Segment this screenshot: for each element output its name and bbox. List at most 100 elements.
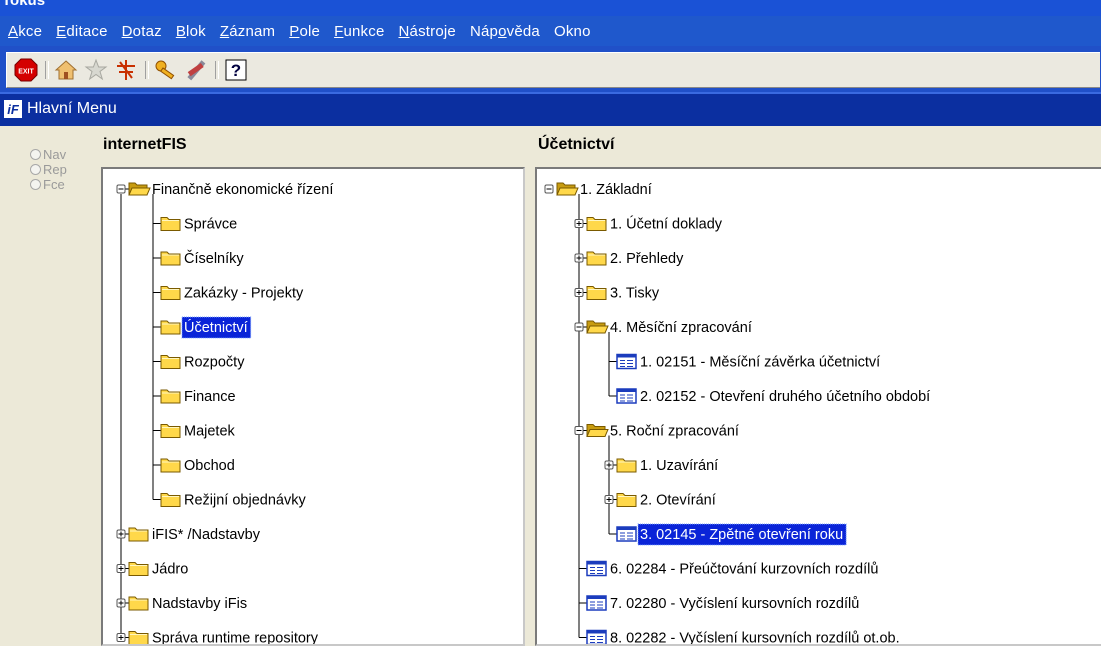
mode-radio-label: Rep: [43, 162, 67, 177]
left_panel-node-label: Nadstavby iFis: [152, 596, 247, 612]
menu-item-Pole[interactable]: Pole: [285, 23, 324, 40]
mode-radio-rep[interactable]: Rep: [30, 162, 67, 177]
right_panel-node[interactable]: 2. Přehledy: [574, 251, 684, 267]
expand-icon[interactable]: [574, 253, 584, 263]
menu-item-Nástroje[interactable]: Nástroje: [394, 23, 459, 40]
left_panel-node[interactable]: iFIS* /Nadstavby: [116, 527, 261, 543]
expand-icon[interactable]: [116, 564, 126, 573]
title-fragment: Tokus: [2, 0, 46, 9]
left-tree[interactable]: Finančně ekonomické řízení Správce Číselní…: [103, 169, 523, 644]
tools-icon[interactable]: [183, 57, 209, 83]
collapse-icon[interactable]: [116, 184, 126, 194]
left_panel-node[interactable]: Zakázky - Projekty: [153, 286, 304, 302]
collapse-icon[interactable]: [574, 322, 584, 332]
right_panel-node-label: 1. Uzavírání: [640, 458, 718, 474]
left_panel-node-label: Finančně ekonomické řízení: [152, 182, 333, 198]
right_panel-node[interactable]: 3. 02145 - Zpětné otevření roku: [609, 523, 847, 546]
exit-icon[interactable]: EXIT: [13, 57, 39, 83]
menu-item-Blok[interactable]: Blok: [172, 23, 210, 40]
folder-icon: [160, 355, 181, 369]
radio-circle-icon: [30, 179, 41, 190]
right_panel-node[interactable]: 4. Měsíční zpracování: [574, 320, 752, 336]
left_panel-node[interactable]: Číselníky: [153, 250, 244, 267]
folder-open-icon: [586, 424, 609, 437]
right_panel-node-label: 7. 02280 - Vyčíslení kursovních rozdílů: [610, 596, 859, 612]
left_panel-node[interactable]: Správa runtime repository: [116, 631, 319, 645]
folder-icon: [160, 217, 181, 231]
expand-icon[interactable]: [574, 219, 584, 228]
menu-item-Funkce[interactable]: Funkce: [330, 23, 388, 40]
right_panel-node[interactable]: 1. Základní: [544, 182, 652, 198]
mode-radio-nav[interactable]: Nav: [30, 147, 66, 162]
toolbar-separator: [145, 61, 149, 79]
right_panel-node[interactable]: 6. 02284 - Přeúčtování kurzovních rozdíl…: [579, 560, 878, 578]
menu-item-Nápověda[interactable]: Nápověda: [466, 23, 544, 40]
right_panel-node[interactable]: 2. 02152 - Otevření druhého účetního obd…: [609, 388, 930, 405]
toolbar-separator: [45, 61, 49, 79]
left_panel-node-label: Majetek: [184, 424, 236, 440]
expand-icon[interactable]: [116, 529, 126, 539]
svg-text:?: ?: [231, 61, 241, 80]
left_panel-node-label: Účetnictví: [184, 319, 248, 336]
mode-radio-fce[interactable]: Fce: [30, 177, 65, 192]
folder-icon: [128, 527, 149, 542]
left_panel-node-label: Obchod: [184, 458, 235, 474]
right_panel-node-label: 8. 02282 - Vyčíslení kursovních rozdílů …: [610, 631, 900, 645]
star-icon[interactable]: [83, 57, 109, 83]
expand-icon[interactable]: [116, 633, 126, 642]
right_panel-node[interactable]: 3. Tisky: [574, 286, 660, 302]
left_panel-node[interactable]: Jádro: [116, 562, 188, 578]
collapse-icon[interactable]: [574, 426, 584, 435]
window-header: iF Hlavní Menu: [0, 92, 1101, 126]
folder-icon: [586, 286, 607, 300]
right_panel-node[interactable]: 1. 02151 - Měsíční závěrka účetnictví: [609, 353, 880, 371]
key-icon[interactable]: [153, 57, 179, 83]
left_panel-node[interactable]: Majetek: [153, 424, 236, 440]
tree-icon[interactable]: [113, 57, 139, 83]
right_panel-node[interactable]: 7. 02280 - Vyčíslení kursovních rozdílů: [579, 595, 859, 612]
right-panel-title: Účetnictví: [538, 136, 615, 153]
right_panel-node[interactable]: 5. Roční zpracování: [574, 424, 739, 440]
left-tree-panel[interactable]: Finančně ekonomické řízení Správce Číselní…: [101, 167, 525, 646]
folder-icon: [616, 493, 637, 507]
expand-icon[interactable]: [604, 495, 614, 504]
main-content: Nav Rep Fce internetFIS Účetnictví Finančn…: [0, 126, 1101, 646]
menu-item-Akce[interactable]: Akce: [4, 23, 46, 40]
expand-icon[interactable]: [604, 460, 614, 470]
left_panel-node-label: Číselníky: [184, 250, 244, 267]
right_panel-node-label: 6. 02284 - Přeúčtování kurzovních rozdíl…: [610, 562, 878, 578]
menu-item-Záznam[interactable]: Záznam: [216, 23, 279, 40]
right-tree-panel[interactable]: 1. Základní 1. Účetní doklady 2. Přehledy 3…: [535, 167, 1101, 646]
right-tree[interactable]: 1. Základní 1. Účetní doklady 2. Přehledy 3…: [537, 169, 1101, 644]
expand-icon[interactable]: [116, 598, 126, 608]
folder-icon: [160, 251, 181, 266]
left_panel-node-label: Rozpočty: [184, 355, 245, 371]
right_panel-node-label: 2. 02152 - Otevření druhého účetního obd…: [640, 389, 930, 405]
left_panel-node[interactable]: Nadstavby iFis: [116, 596, 247, 612]
left_panel-node[interactable]: Správce: [153, 217, 237, 233]
left_panel-node-label: Správce: [184, 217, 237, 233]
left_panel-node-label: Správa runtime repository: [152, 631, 319, 645]
expand-icon[interactable]: [574, 288, 584, 297]
right_panel-node[interactable]: 8. 02282 - Vyčíslení kursovních rozdílů …: [579, 629, 900, 645]
right_panel-node[interactable]: 2. Otevírání: [604, 493, 716, 509]
right_panel-node[interactable]: 1. Účetní doklady: [574, 216, 723, 233]
right_panel-node-label: 1. Účetní doklady: [610, 216, 723, 233]
menu-item-Dotaz[interactable]: Dotaz: [118, 23, 166, 40]
folder-open-icon: [556, 182, 579, 196]
mode-radio-label: Fce: [43, 177, 65, 192]
left_panel-node[interactable]: Účetnictví: [153, 316, 252, 339]
right_panel-node[interactable]: 1. Uzavírání: [604, 458, 718, 474]
menu-item-Okno[interactable]: Okno: [550, 23, 595, 40]
collapse-icon[interactable]: [544, 184, 554, 194]
right_panel-node-label: 3. Tisky: [610, 286, 660, 302]
left_panel-node[interactable]: Rozpočty: [153, 355, 245, 371]
left_panel-node[interactable]: Režijní objednávky: [153, 493, 306, 509]
home-icon[interactable]: [53, 57, 79, 83]
help-icon[interactable]: ?: [223, 57, 249, 83]
right_panel-node-label: 1. Základní: [580, 182, 652, 198]
left_panel-node[interactable]: Finančně ekonomické řízení: [116, 182, 333, 198]
menu-item-Editace[interactable]: Editace: [52, 23, 111, 40]
left_panel-node[interactable]: Finance: [153, 389, 236, 405]
left_panel-node[interactable]: Obchod: [153, 458, 235, 474]
